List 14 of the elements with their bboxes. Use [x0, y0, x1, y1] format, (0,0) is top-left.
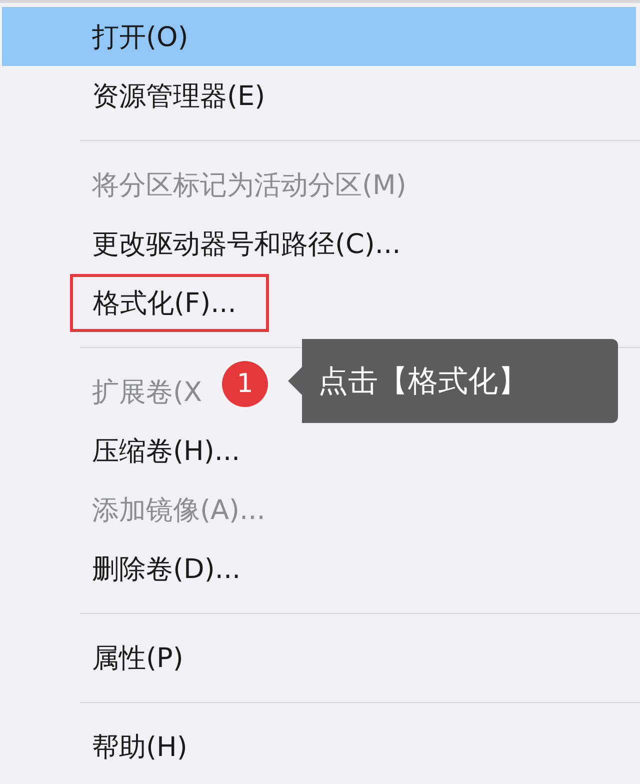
menu-item-label: 扩展卷(X [92, 376, 202, 410]
menu-item-label: 将分区标记为活动分区(M) [92, 168, 406, 202]
highlighted-menu-item[interactable]: 打开(O) [2, 7, 636, 66]
step-badge: 1 [222, 361, 268, 407]
menu-item-label: 删除卷(D)... [92, 552, 241, 586]
menu-item-label: 压缩卷(H)... [92, 434, 240, 468]
menu-item-label: 打开(O) [92, 20, 188, 54]
menu-item-label: 帮助(H) [92, 730, 188, 764]
menu-item-label: 属性(P) [92, 642, 184, 676]
menu-item-label: 格式化(F)... [93, 286, 236, 320]
menu-item-label: 添加镜像(A)... [92, 494, 266, 528]
menu-item-label: 更改驱动器号和路径(C)... [92, 228, 401, 262]
menu-item-label: 资源管理器(E) [92, 80, 266, 114]
tooltip: 点击【格式化】 [288, 339, 618, 423]
